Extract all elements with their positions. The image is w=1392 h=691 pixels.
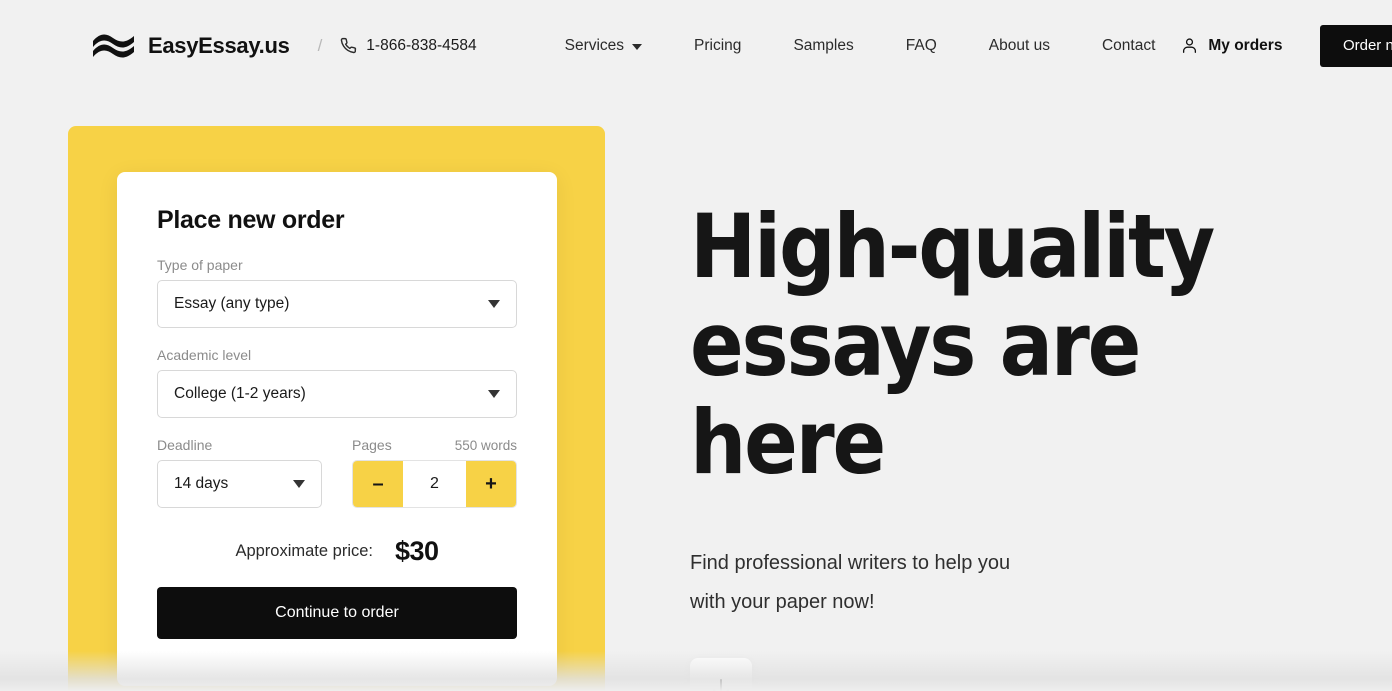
phone-number: 1-866-838-4584 (366, 36, 477, 54)
user-icon (1181, 37, 1198, 54)
pages-header: Pages 550 words (352, 437, 517, 460)
nav-item-contact[interactable]: Contact (1076, 37, 1181, 55)
pages-stepper: – 2 + (352, 460, 517, 508)
phone-link[interactable]: 1-866-838-4584 (340, 36, 477, 55)
nav-label-contact: Contact (1101, 36, 1156, 54)
pages-increment-button[interactable]: + (466, 461, 516, 507)
deadline-field: Deadline 14 days (157, 437, 322, 508)
academic-level-label: Academic level (157, 347, 252, 363)
deadline-select[interactable]: 14 days (157, 460, 322, 508)
type-of-paper-value: Essay (any type) (174, 295, 290, 312)
main-navigation: Services Pricing Samples FAQ About us Co… (565, 37, 1182, 55)
nav-item-pricing[interactable]: Pricing (668, 37, 767, 55)
deadline-pages-row: Deadline 14 days Pages 550 words – 2 + (157, 437, 517, 508)
nav-label-services: Services (564, 36, 625, 54)
approximate-price: Approximate price: $30 (157, 536, 517, 567)
pages-field: Pages 550 words – 2 + (352, 437, 517, 508)
phone-icon (340, 37, 357, 54)
brand-name: EasyEssay.us (148, 32, 290, 58)
place-order-card: Place new order Type of paper Essay (any… (117, 172, 557, 686)
nav-item-services[interactable]: Services (565, 37, 668, 55)
my-orders-link[interactable]: My orders (1181, 37, 1282, 55)
academic-level-select[interactable]: College (1-2 years) (157, 370, 517, 418)
card-title: Place new order (157, 206, 345, 234)
nav-label-faq: FAQ (905, 36, 937, 54)
chevron-down-icon (488, 390, 500, 398)
chevron-down-icon (632, 43, 643, 50)
my-orders-label: My orders (1208, 36, 1283, 54)
hero-subtitle: Find professional writers to help you wi… (690, 552, 1011, 613)
pages-decrement-button[interactable]: – (353, 461, 403, 507)
wave-logo-icon (92, 32, 136, 60)
nav-item-samples[interactable]: Samples (767, 37, 879, 55)
type-of-paper-select[interactable]: Essay (any type) (157, 280, 517, 328)
nav-label-about-us: About us (988, 36, 1050, 54)
deadline-label: Deadline (157, 437, 213, 453)
words-count-note: 550 words (454, 438, 517, 453)
continue-to-order-button[interactable]: Continue to order (157, 587, 517, 639)
header-separator: / (317, 35, 323, 55)
header-actions: My orders Order now (1181, 24, 1392, 67)
nav-label-samples: Samples (793, 36, 854, 54)
scroll-down-button[interactable] (690, 658, 752, 691)
nav-item-about-us[interactable]: About us (963, 37, 1076, 55)
pages-label: Pages (352, 437, 392, 453)
academic-level-value: College (1-2 years) (174, 385, 306, 402)
deadline-value: 14 days (174, 475, 229, 492)
order-now-button[interactable]: Order now (1320, 24, 1392, 67)
hero-title: High-quality essays are here (690, 195, 1215, 494)
brand-logo[interactable]: EasyEssay.us (92, 32, 290, 60)
nav-item-faq[interactable]: FAQ (880, 37, 963, 55)
nav-label-pricing: Pricing (694, 36, 742, 54)
chevron-down-icon (293, 480, 305, 488)
chevron-down-icon (488, 300, 500, 308)
price-value: $30 (395, 536, 439, 566)
type-of-paper-label: Type of paper (157, 257, 243, 273)
arrow-down-icon (710, 677, 732, 691)
pages-value[interactable]: 2 (403, 461, 466, 507)
hero-section: High-quality essays are here Find profes… (690, 198, 1330, 691)
site-header: EasyEssay.us / 1-866-838-4584 Services P… (0, 0, 1392, 91)
price-label: Approximate price: (235, 542, 373, 560)
